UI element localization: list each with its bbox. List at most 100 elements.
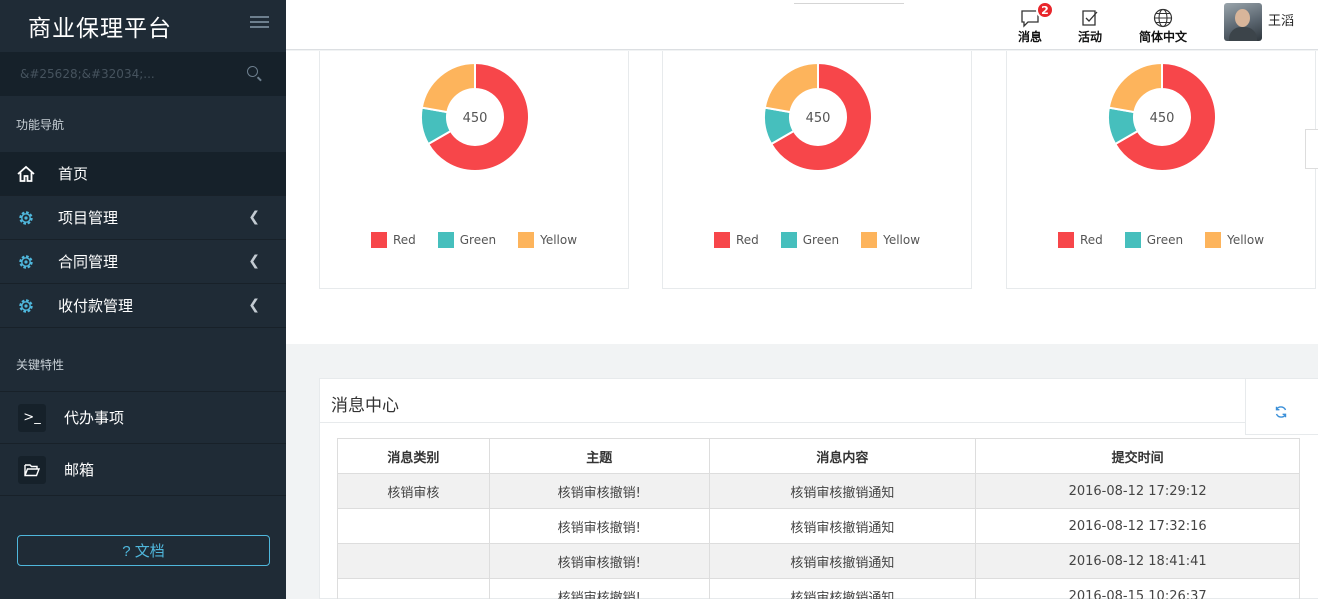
legend-label: Green — [459, 233, 497, 247]
home-icon — [16, 164, 36, 184]
legend-label: Red — [1079, 233, 1103, 247]
table-cell: 核销审核撤销通知 — [708, 543, 977, 579]
table-header-row: 消息类别 主题 消息内容 提交时间 — [337, 438, 1300, 474]
table-row[interactable]: 核销审核撤销! 核销审核撤销通知 2016-08-15 10:26:37 — [337, 578, 1300, 599]
sidebar-item-mailbox[interactable]: 邮箱 — [0, 444, 286, 496]
sidebar-item-todo[interactable]: >_ 代办事项 — [0, 392, 286, 444]
legend-label: Red — [735, 233, 759, 247]
table-row[interactable]: 核销审核撤销! 核销审核撤销通知 2016-08-12 18:41:41 — [337, 543, 1300, 579]
legend-item-yellow: Yellow — [518, 232, 577, 248]
message-center-header: 消息中心 — [320, 379, 1318, 423]
globe-icon — [1152, 6, 1174, 28]
message-center: 消息中心 消息类别 主题 消息内容 提交时间 核销审核 核销审核撤销! 核销审核… — [319, 378, 1318, 599]
legend-swatch — [1057, 232, 1074, 248]
legend-item-green: Green — [1124, 232, 1184, 248]
legend-label: Green — [802, 233, 840, 247]
activity-button[interactable]: 活动 — [1078, 6, 1102, 45]
chevron-left-icon: ❮ — [248, 253, 260, 269]
legend-item-green: Green — [780, 232, 840, 248]
legend-item-yellow: Yellow — [1205, 232, 1264, 248]
donut-center-label: 450 — [806, 111, 831, 126]
legend-label: Yellow — [1227, 233, 1265, 247]
search-input[interactable] — [20, 67, 220, 81]
donut-slice-yellow[interactable] — [763, 61, 819, 114]
table-row[interactable]: 核销审核撤销! 核销审核撤销通知 2016-08-12 17:32:16 — [337, 508, 1300, 544]
gear-icon — [16, 208, 36, 228]
legend-label: Green — [1146, 233, 1184, 247]
messages-button[interactable]: 2 消息 — [1018, 1, 1054, 45]
side-panel-toggle[interactable] — [1305, 129, 1318, 169]
features-section-label: 关键特性 — [0, 338, 286, 392]
table-cell — [337, 508, 490, 544]
table-cell — [337, 543, 490, 579]
legend-item-green: Green — [437, 232, 497, 248]
gear-icon — [16, 296, 36, 316]
messages-table: 消息类别 主题 消息内容 提交时间 核销审核 核销审核撤销! 核销审核撤销通知 … — [337, 438, 1300, 599]
chart-legend: Red Green Yellow — [320, 232, 628, 248]
legend-item-red: Red — [370, 232, 416, 248]
chart-card-1: 450 Red Green Yellow — [319, 51, 629, 289]
donut-center-label: 450 — [1150, 111, 1175, 126]
sidebar-search — [0, 52, 286, 96]
sidebar-item-label: 收付款管理 — [58, 297, 134, 315]
language-button[interactable]: 简体中文 — [1139, 6, 1187, 45]
chart-card-2: 450 Red Green Yellow — [662, 51, 972, 289]
legend-swatch — [437, 232, 454, 248]
top-tab-indicator — [794, 0, 904, 4]
sidebar-item-payments[interactable]: 收付款管理 ❮ — [0, 284, 286, 328]
message-tools — [1245, 379, 1318, 435]
donut-slice-yellow[interactable] — [420, 61, 476, 114]
sidebar-item-contracts[interactable]: 合同管理 ❮ — [0, 240, 286, 284]
menu-toggle-icon[interactable] — [250, 16, 269, 30]
column-header[interactable]: 消息内容 — [708, 438, 977, 474]
table-cell: 核销审核撤销! — [488, 473, 710, 509]
table-cell — [337, 578, 490, 599]
column-header[interactable]: 主题 — [488, 438, 710, 474]
table-cell: 核销审核撤销! — [488, 508, 710, 544]
table-row[interactable]: 核销审核 核销审核撤销! 核销审核撤销通知 2016-08-12 17:29:1… — [337, 473, 1300, 509]
nav-section-label: 功能导航 — [0, 96, 286, 152]
search-icon[interactable] — [247, 66, 258, 77]
table-cell: 2016-08-15 10:26:37 — [975, 578, 1300, 599]
sidebar-item-projects[interactable]: 项目管理 ❮ — [0, 196, 286, 240]
column-header[interactable]: 提交时间 — [975, 438, 1300, 474]
brand-title: 商业保理平台 — [28, 16, 172, 42]
legend-label: Yellow — [540, 233, 578, 247]
table-cell: 2016-08-12 17:29:12 — [975, 473, 1300, 509]
column-header[interactable]: 消息类别 — [337, 438, 490, 474]
activity-label: 活动 — [1078, 30, 1103, 44]
legend-swatch — [713, 232, 730, 248]
sidebar: 商业保理平台 功能导航 首页 项目管理 ❮ 合同管理 ❮ 收付款管理 ❮ 关键特… — [0, 0, 286, 599]
sidebar-item-label: 项目管理 — [58, 209, 119, 227]
legend-label: Red — [392, 233, 416, 247]
brand-bar: 商业保理平台 — [0, 0, 286, 52]
sidebar-item-label: 合同管理 — [58, 253, 119, 271]
avatar[interactable] — [1224, 3, 1262, 41]
chart-legend: Red Green Yellow — [663, 232, 971, 248]
donut-chart-2: 450 — [763, 61, 873, 172]
sidebar-item-label: 代办事项 — [64, 409, 125, 427]
table-cell: 2016-08-12 17:32:16 — [975, 508, 1300, 544]
refresh-icon[interactable] — [1274, 404, 1288, 418]
legend-swatch — [370, 232, 387, 248]
docs-button[interactable]: ? 文档 — [17, 535, 270, 566]
message-center-title: 消息中心 — [331, 396, 399, 416]
chart-legend: Red Green Yellow — [1007, 232, 1315, 248]
table-cell: 核销审核撤销通知 — [708, 508, 977, 544]
messages-badge: 2 — [1036, 1, 1054, 19]
sidebar-item-label: 邮箱 — [64, 461, 95, 479]
legend-swatch — [861, 232, 878, 248]
donut-slice-yellow[interactable] — [1107, 61, 1163, 114]
sidebar-item-home[interactable]: 首页 — [0, 152, 286, 196]
checkbox-icon — [1080, 6, 1100, 28]
table-cell: 核销审核 — [337, 473, 490, 509]
donut-center-label: 450 — [463, 111, 488, 126]
username[interactable]: 王滔 — [1268, 10, 1294, 29]
terminal-icon: >_ — [18, 403, 46, 432]
donut-chart-1: 450 — [420, 61, 530, 172]
charts-panel: 450 Red Green Yellow 450 Red Green Yello… — [286, 51, 1318, 344]
legend-item-yellow: Yellow — [861, 232, 920, 248]
chart-card-3: 450 Red Green Yellow — [1006, 51, 1316, 289]
folder-open-icon — [18, 455, 46, 484]
chevron-left-icon: ❮ — [248, 209, 260, 225]
